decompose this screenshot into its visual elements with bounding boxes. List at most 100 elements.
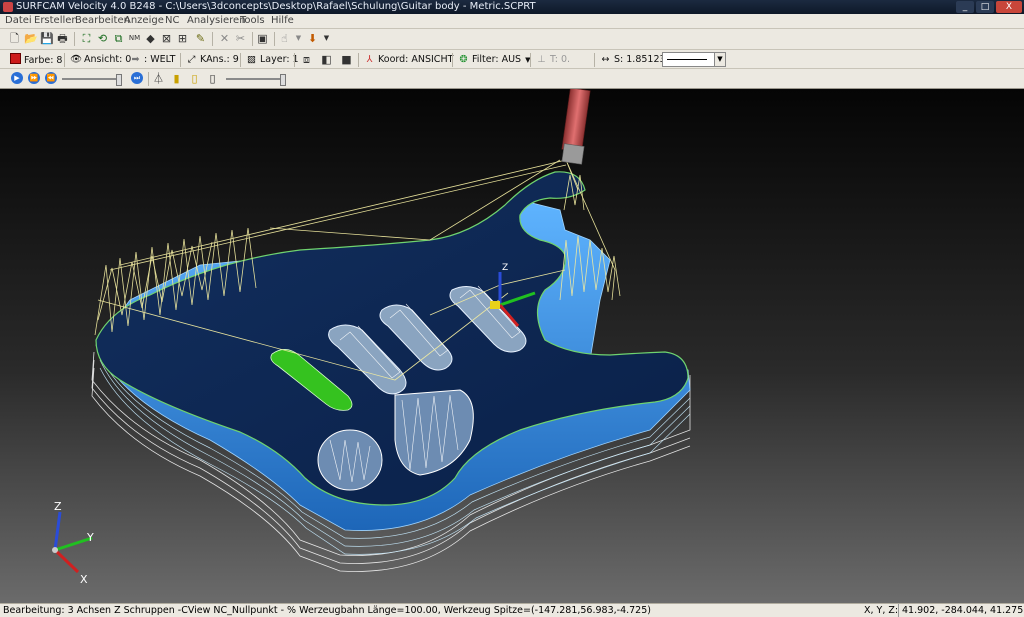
layer-setting[interactable]: ▧ Layer: 1: [246, 53, 299, 66]
menu-datei[interactable]: Datei: [5, 14, 32, 28]
rewind-icon[interactable]: ⏪: [45, 72, 57, 84]
fit-view-icon[interactable]: ⛶: [80, 32, 93, 45]
new-file-icon[interactable]: 🗋: [8, 32, 21, 45]
cutting-tool: [561, 89, 591, 165]
menu-bar: Datei Erstellen Bearbeiten Anzeige NC An…: [0, 14, 1024, 29]
tool-display-icon[interactable]: ⏃: [152, 72, 165, 85]
tolerance-setting[interactable]: ⊥ T: 0.: [536, 53, 570, 66]
separator: [64, 53, 65, 67]
coordinate-setting[interactable]: ⅄ Koord: ANSICHT: [364, 53, 454, 66]
separator: [294, 53, 295, 67]
separator: [594, 53, 595, 67]
filter-icon: ❂: [459, 54, 468, 65]
color-setting[interactable]: Farbe: 8: [10, 53, 62, 67]
holder-icon[interactable]: ▮: [170, 72, 183, 85]
filter-setting[interactable]: ❂ Filter: AUS ▼: [458, 53, 531, 67]
cube-wire-icon[interactable]: ⧈: [300, 53, 313, 66]
maximize-button[interactable]: □: [976, 1, 994, 13]
menu-nc[interactable]: NC: [165, 14, 179, 28]
layer-icon: ▧: [247, 54, 256, 65]
redraw-icon[interactable]: NM: [128, 32, 141, 45]
toolpath-scene: Z Z Y X: [52, 89, 691, 586]
chevron-down-icon[interactable]: ▼: [714, 53, 725, 66]
guitar-body-top: [95, 171, 689, 506]
cutter-icon[interactable]: ▯: [188, 72, 201, 85]
layer-icon[interactable]: ▣: [256, 32, 269, 45]
separator: [148, 72, 149, 86]
view-axis-triad: [52, 511, 93, 574]
step-forward-icon[interactable]: ⏭: [131, 72, 143, 84]
attributes-toolbar: Farbe: 8 👁 Ansicht: 0 ➡: WELT ⤢ KAns.: 9 ▧…: [0, 50, 1024, 69]
separator: [452, 53, 453, 67]
eye-icon: 👁: [70, 54, 83, 65]
verify-icon[interactable]: ✎: [194, 32, 207, 45]
play-icon[interactable]: ▶: [11, 72, 23, 84]
menu-bearbeiten[interactable]: Bearbeiten: [75, 14, 130, 28]
step-icon: ↔: [601, 54, 610, 65]
tool-icon[interactable]: ⬇: [306, 32, 319, 45]
separator: [274, 32, 275, 46]
world-setting[interactable]: ➡: WELT: [130, 53, 176, 66]
step-setting[interactable]: ↔ S: 1.85123: [600, 53, 666, 66]
menu-anzeige[interactable]: Anzeige: [124, 14, 164, 28]
line-style-preview: [667, 59, 707, 60]
chevron-down-icon[interactable]: ▼: [320, 32, 333, 45]
menu-erstellen[interactable]: Erstellen: [34, 14, 78, 28]
separator: [240, 53, 241, 67]
fast-forward-icon[interactable]: ⏩: [28, 72, 40, 84]
status-message: Bearbeitung: 3 Achsen Z Schruppen -CView…: [3, 605, 651, 616]
separator: [212, 32, 213, 46]
color-swatch-icon: [10, 53, 21, 67]
triad-x-label: X: [80, 573, 88, 586]
status-bar: Bearbeitung: 3 Achsen Z Schruppen -CView…: [0, 603, 1024, 617]
save-icon[interactable]: 💾: [40, 32, 54, 45]
title-bar: SURFCAM Velocity 4.0 B248 - C:\Users\3dc…: [0, 0, 1024, 14]
wireframe-icon[interactable]: ⊠: [160, 32, 173, 45]
axes-icon: ⅄: [366, 54, 373, 65]
hand-icon[interactable]: ☝: [278, 32, 291, 45]
menu-hilfe[interactable]: Hilfe: [271, 14, 294, 28]
kans-icon: ⤢: [187, 54, 196, 65]
line-style-dropdown[interactable]: ▼: [662, 52, 726, 67]
main-toolbar: 🗋 📂 💾 🖶 ⛶ ⟲ ⧉ NM ◆ ⊠ ⊞ ✎ ✕ ✂ ▣ ☝ ▼ ⬇ ▼: [0, 29, 1024, 50]
separator: [252, 32, 253, 46]
app-icon: [3, 2, 13, 12]
playback-toolbar: ▶ ⏩ ⏪ ⏭ ⏃ ▮ ▯ ▯: [0, 69, 1024, 89]
cube-shaded-icon[interactable]: ■: [340, 53, 353, 66]
open-folder-icon[interactable]: 📂: [24, 32, 38, 45]
chevron-down-icon[interactable]: ▼: [292, 32, 305, 45]
menu-analysieren[interactable]: Analysieren: [187, 14, 246, 28]
trim-icon[interactable]: ✂: [234, 32, 247, 45]
position-slider[interactable]: [226, 74, 286, 86]
xyz-readout: 41.902, -284.044, 41.275: [898, 604, 1023, 617]
separator: [530, 53, 531, 67]
menu-tools[interactable]: Tools: [240, 14, 265, 28]
origin-z-label: Z: [502, 263, 508, 273]
construction-view-setting[interactable]: ⤢ KAns.: 9: [186, 53, 239, 66]
separator: [358, 53, 359, 67]
speed-slider[interactable]: [62, 74, 122, 86]
xyz-label: X, Y, Z:: [864, 605, 899, 616]
3d-viewport[interactable]: Z Z Y X: [0, 89, 1024, 603]
slider-handle[interactable]: [280, 74, 286, 86]
window-controls: _ □ X: [956, 1, 1022, 13]
separator: [74, 32, 75, 46]
pan-icon[interactable]: ⧉: [112, 32, 125, 45]
stock-icon[interactable]: ▯: [206, 72, 219, 85]
tolerance-icon: ⊥: [537, 54, 546, 65]
print-icon[interactable]: 🖶: [56, 32, 69, 45]
triad-z-label: Z: [54, 500, 62, 513]
zoom-icon[interactable]: ⟲: [96, 32, 109, 45]
delete-icon[interactable]: ✕: [218, 32, 231, 45]
view-setting[interactable]: 👁 Ansicht: 0: [70, 53, 131, 66]
slider-handle[interactable]: [116, 74, 122, 86]
shade-icon[interactable]: ◆: [144, 32, 157, 45]
triad-y-label: Y: [86, 531, 94, 544]
window-title: SURFCAM Velocity 4.0 B248 - C:\Users\3dc…: [16, 1, 536, 12]
arrow-right-icon: ➡: [131, 54, 140, 65]
separator: [180, 53, 181, 67]
transform-icon[interactable]: ⊞: [176, 32, 189, 45]
minimize-button[interactable]: _: [956, 1, 974, 13]
cube-solid-icon[interactable]: ◧: [320, 53, 333, 66]
close-button[interactable]: X: [996, 1, 1022, 13]
